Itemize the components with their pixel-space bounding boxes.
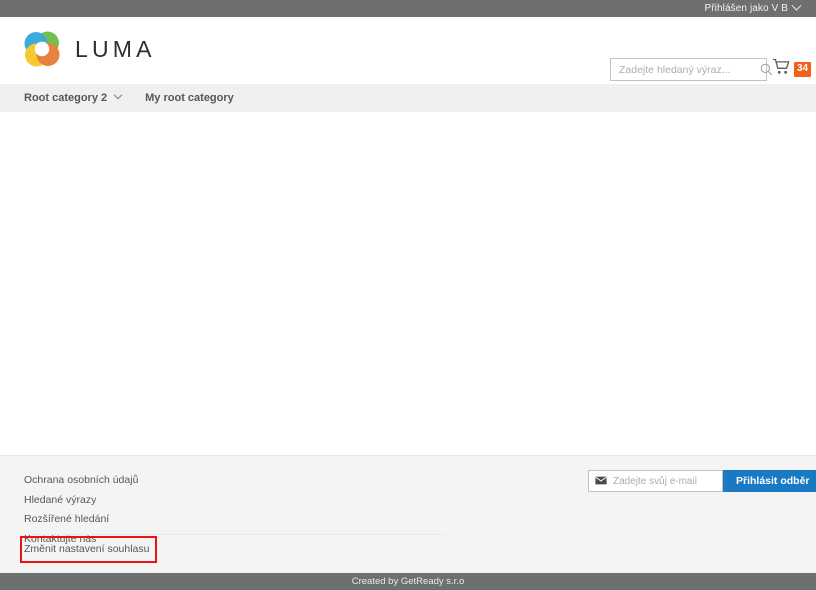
main-content-area	[0, 112, 816, 455]
newsletter-signup: Přihlásit odběr	[588, 470, 816, 492]
luma-ring-logo-icon	[22, 29, 62, 69]
main-navigation: Root category 2 My root category	[0, 84, 816, 112]
nav-item-my-root-category[interactable]: My root category	[145, 92, 234, 104]
footer-divider	[24, 534, 444, 535]
cart-link[interactable]: 34	[772, 58, 812, 80]
shopping-cart-icon	[772, 58, 791, 80]
chevron-down-icon	[791, 0, 802, 11]
logo-link[interactable]: LUMA	[22, 29, 156, 69]
greeting-text: Přihlášen jako V B	[704, 3, 788, 14]
site-header: LUMA 34	[0, 17, 816, 84]
envelope-icon	[595, 472, 607, 490]
footer-link-list: Ochrana osobních údajů Hledané výrazy Ro…	[24, 471, 464, 549]
account-menu-toggle[interactable]: Přihlášen jako V B	[704, 0, 802, 17]
top-panel: Přihlášen jako V B	[0, 0, 816, 17]
nav-item-root-category-2[interactable]: Root category 2	[24, 90, 123, 104]
nav-item-label: My root category	[145, 92, 234, 104]
search-input[interactable]	[611, 63, 760, 76]
cart-count-badge: 34	[794, 61, 812, 77]
footer-link-advanced-search[interactable]: Rozšířené hledání	[24, 510, 109, 530]
newsletter-subscribe-button[interactable]: Přihlásit odběr	[723, 470, 816, 492]
footer-link-search-terms[interactable]: Hledané výrazy	[24, 491, 96, 511]
footer-bottom-bar: Created by GetReady s.r.o	[0, 573, 816, 590]
copyright-text: Created by GetReady s.r.o	[351, 576, 465, 587]
page-root: Přihlášen jako V B LUMA Zadejte hledaný …	[0, 0, 816, 590]
footer-link-privacy[interactable]: Ochrana osobních údajů	[24, 471, 138, 491]
logo-text: LUMA	[75, 35, 156, 62]
chevron-down-icon	[113, 90, 123, 100]
search-box[interactable]	[610, 58, 773, 81]
footer-link-change-consent[interactable]: Změnit nastavení souhlasu	[24, 540, 150, 560]
nav-item-label: Root category 2	[24, 92, 108, 104]
newsletter-input-wrap[interactable]	[588, 470, 745, 492]
